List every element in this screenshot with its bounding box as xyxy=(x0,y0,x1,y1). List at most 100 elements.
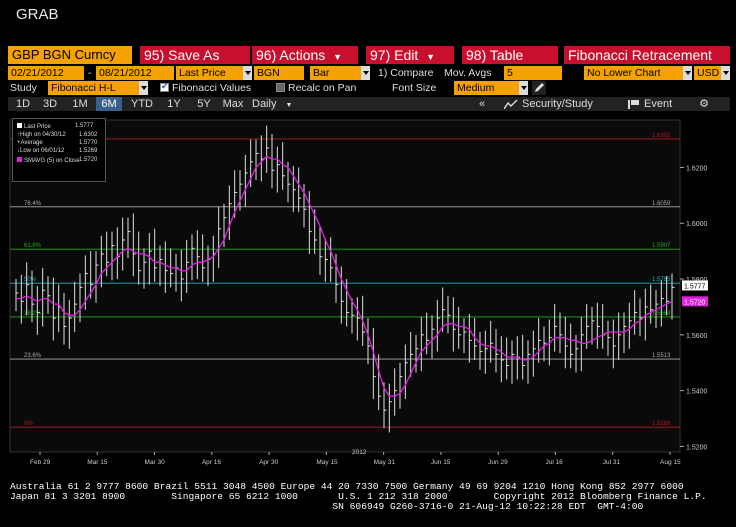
study-select[interactable]: Fibonacci H-L xyxy=(48,81,148,95)
footer-line-3: SN 606949 G260-3716-0 21-Aug-12 10:22:28… xyxy=(10,501,644,512)
tab-max[interactable]: Max xyxy=(220,97,246,111)
legend-smavg-label: SMAVG (5) on Close xyxy=(24,158,80,164)
legend-average: +Average 1.5770 xyxy=(17,140,97,146)
chevron-down-icon xyxy=(141,86,147,90)
font-size-value: Medium xyxy=(457,82,495,94)
legend-high-value: 1.6302 xyxy=(79,132,98,138)
main-toolbar: GBP BGN Curncy 95) Save As 96) Actions ▼… xyxy=(8,46,730,64)
lower-chart-value: No Lower Chart xyxy=(587,67,661,79)
legend-low-value: 1.5269 xyxy=(79,148,98,154)
x-tick-label: Feb 29 xyxy=(30,459,51,466)
frequency-value: Daily xyxy=(252,98,277,110)
window-title: GRAB xyxy=(16,6,59,23)
security-study-button[interactable]: Security/Study xyxy=(522,97,612,111)
event-button[interactable]: Event xyxy=(644,97,682,111)
tab-ytd[interactable]: YTD xyxy=(128,97,156,111)
chart-style-value: Bar xyxy=(313,67,330,79)
tab-5y[interactable]: 5Y xyxy=(192,97,216,111)
security-field[interactable]: GBP BGN Curncy xyxy=(8,46,132,64)
frequency-select[interactable]: Daily ▼ xyxy=(250,97,298,111)
mov-avgs-field[interactable]: 5 xyxy=(504,66,562,80)
fib-values-checkbox[interactable]: ✔ xyxy=(160,81,169,92)
x-tick-label: May 15 xyxy=(316,459,338,466)
table-button[interactable]: 98) Table xyxy=(462,46,558,64)
date-separator: - xyxy=(88,67,92,79)
study-title: Fibonacci Retracement xyxy=(564,46,730,64)
collapse-icon[interactable]: « xyxy=(474,97,490,111)
field-select[interactable]: Last Price xyxy=(176,66,252,80)
fib-level-label: 23.6% xyxy=(24,353,42,359)
last-price-marker xyxy=(17,123,22,128)
x-tick-label: Aug 15 xyxy=(660,459,681,466)
fib-level-label: 61.8% xyxy=(24,243,42,249)
fib-level-value: 1.6059 xyxy=(652,201,671,207)
chevron-down-icon xyxy=(363,71,369,75)
edit-menu[interactable]: 97) Edit ▼ xyxy=(366,46,454,64)
footer: Australia 61 2 9777 8600 Brazil 5511 304… xyxy=(10,482,707,512)
y-tick-label: 1.6000 xyxy=(686,221,708,228)
fib-level-value: 1.5513 xyxy=(652,353,671,359)
chart-legend: Last Price ↑High on 04/30/12 1.6302 +Ave… xyxy=(12,118,106,182)
tab-1y[interactable]: 1Y xyxy=(162,97,186,111)
fib-level-value: 1.6302 xyxy=(652,133,671,139)
y-tick-label: 1.6200 xyxy=(686,165,708,172)
parameters-row: 02/21/2012 - 08/21/2012 Last Price BGN B… xyxy=(8,66,730,80)
legend-last-value: 1.5777 xyxy=(75,123,94,129)
chart-line-icon xyxy=(504,99,518,109)
chevron-down-icon: ▼ xyxy=(333,52,343,62)
x-tick-label: Mar 15 xyxy=(87,459,108,466)
legend-last-price-label: Last Price xyxy=(24,124,51,130)
x-tick-label: May 31 xyxy=(374,459,396,466)
legend-low: ↓Low on 06/01/12 1.5269 xyxy=(17,148,97,154)
fib-level-value: 1.5907 xyxy=(652,243,671,249)
legend-high-label: High on 04/30/12 xyxy=(20,132,66,138)
study-value: Fibonacci H-L xyxy=(51,82,116,94)
legend-average-value: 1.5770 xyxy=(79,140,98,146)
pencil-icon[interactable] xyxy=(532,81,546,95)
chart-style-select[interactable]: Bar xyxy=(310,66,370,80)
x-tick-label: Apr 30 xyxy=(259,459,279,466)
chevron-down-icon xyxy=(245,71,251,75)
tab-6m[interactable]: 6M xyxy=(96,97,122,111)
x-tick-label: Jul 16 xyxy=(545,459,563,466)
smavg-tag: 1.5720 xyxy=(684,299,706,306)
actions-menu[interactable]: 96) Actions ▼ xyxy=(252,46,358,64)
tab-1d[interactable]: 1D xyxy=(12,97,34,111)
tab-3d[interactable]: 3D xyxy=(38,97,62,111)
last-price-tag: 1.5777 xyxy=(684,283,706,290)
legend-last-price: Last Price xyxy=(17,123,51,130)
lower-chart-select[interactable]: No Lower Chart xyxy=(584,66,692,80)
fib-values-label: Fibonacci Values xyxy=(172,82,252,94)
chevron-down-icon: ▼ xyxy=(285,102,293,109)
fib-level-label: 76.4% xyxy=(24,201,42,207)
compare-button[interactable]: 1) Compare xyxy=(378,66,433,80)
fib-level-label: 0% xyxy=(24,421,33,427)
timeframe-tabs: 1D 3D 1M 6M YTD 1Y 5Y Max Daily ▼ « Secu… xyxy=(8,97,730,111)
legend-low-label: Low on 06/01/12 xyxy=(20,148,65,154)
gear-icon[interactable]: ⚙ xyxy=(696,97,712,111)
x-tick-label: Mar 30 xyxy=(145,459,166,466)
recalc-checkbox[interactable] xyxy=(276,83,285,92)
study-row: Study Fibonacci H-L ✔ Fibonacci Values R… xyxy=(8,81,730,95)
legend-average-label: Average xyxy=(20,140,43,146)
save-as-button[interactable]: 95) Save As xyxy=(140,46,250,64)
x-tick-label: Apr 16 xyxy=(202,459,222,466)
fib-level-value: 1.5269 xyxy=(652,421,671,427)
smavg-marker xyxy=(17,157,22,162)
source-field[interactable]: BGN xyxy=(254,66,304,80)
legend-smavg: SMAVG (5) on Close 1.5720 xyxy=(17,157,97,164)
x-tick-label: Jun 29 xyxy=(488,459,508,466)
font-size-select[interactable]: Medium xyxy=(454,81,528,95)
currency-select[interactable]: USD xyxy=(694,66,730,80)
y-tick-label: 1.5600 xyxy=(686,333,708,340)
legend-smavg-value: 1.5720 xyxy=(79,157,98,163)
price-chart[interactable]: 1.62001.60001.58001.56001.54001.52001001… xyxy=(8,112,730,466)
event-flag-icon xyxy=(628,100,639,109)
start-date-field[interactable]: 02/21/2012 xyxy=(8,66,84,80)
x-tick-label: Jul 31 xyxy=(603,459,621,466)
tab-1m[interactable]: 1M xyxy=(68,97,92,111)
chevron-down-icon: ▼ xyxy=(426,52,436,62)
chevron-down-icon xyxy=(723,71,729,75)
end-date-field[interactable]: 08/21/2012 xyxy=(96,66,174,80)
chevron-down-icon xyxy=(521,86,527,90)
